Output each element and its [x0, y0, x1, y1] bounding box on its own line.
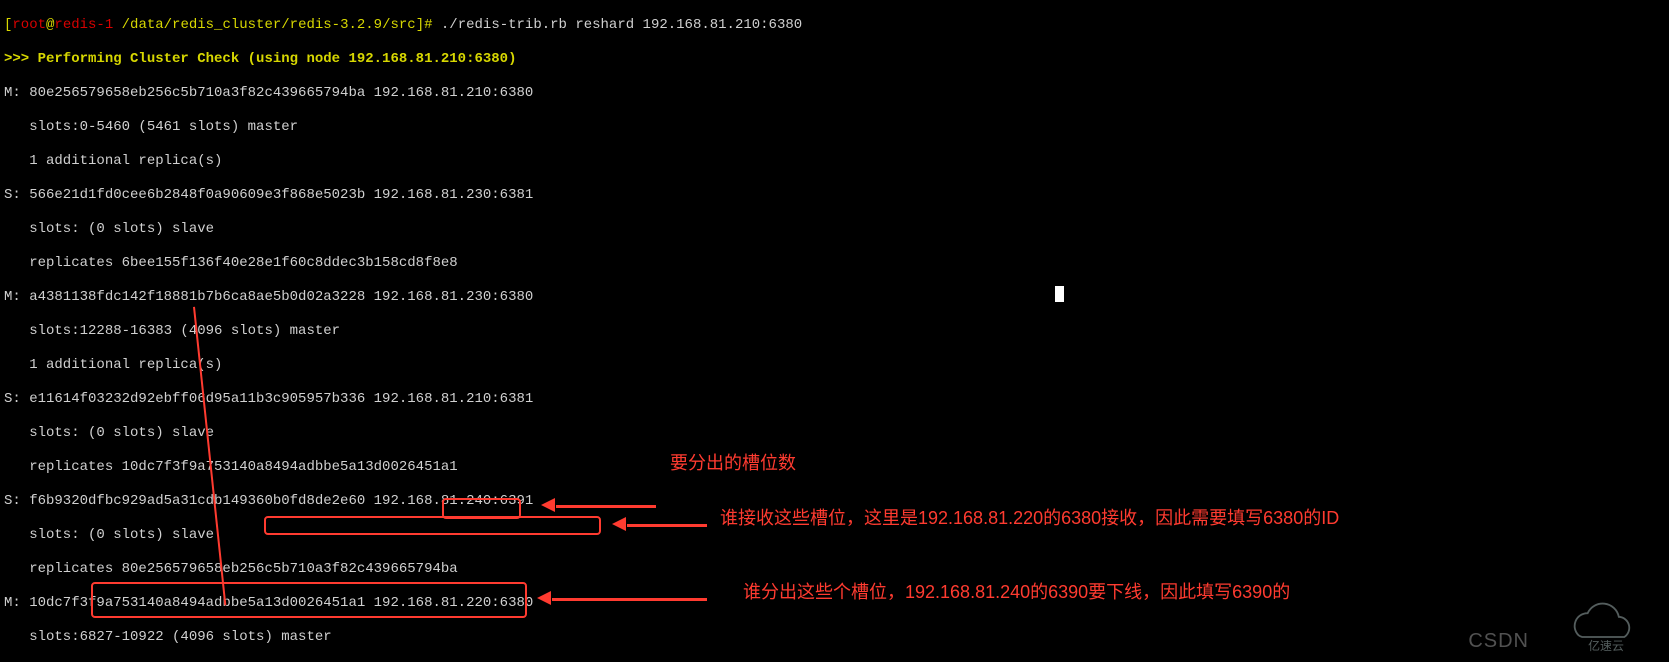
highlight-box-source-nodes: [91, 582, 527, 618]
node-line: 1 additional replica(s): [4, 153, 1665, 170]
text-caret-icon: [1055, 286, 1064, 302]
yisu-text: 亿速云: [1588, 639, 1624, 653]
prompt-user: root: [12, 17, 46, 33]
node-line: replicates 6bee155f136f40e28e1f60c8ddec3…: [4, 255, 1665, 272]
node-line: replicates 80e256579658eb256c5b710a3f82c…: [4, 561, 1665, 578]
prompt-line: [root@redis-1 /data/redis_cluster/redis-…: [4, 17, 1665, 34]
arrow-line-2: [627, 524, 707, 527]
cloud-logo-icon: 亿速云: [1551, 598, 1661, 654]
bracket-close: ]#: [416, 17, 441, 33]
node-line: S: e11614f03232d92ebff06d95a11b3c905957b…: [4, 391, 1665, 408]
node-line: S: 566e21d1fd0cee6b2848f0a90609e3f868e50…: [4, 187, 1665, 204]
prompt-path: /data/redis_cluster/redis-3.2.9/src: [113, 17, 415, 33]
yisu-watermark: 亿速云: [1551, 598, 1661, 654]
arrow-head-icon: [541, 498, 555, 512]
csdn-watermark: CSDN: [1468, 633, 1529, 650]
annotation-slots: 要分出的槽位数: [670, 455, 970, 472]
prompt-host: redis-1: [54, 17, 113, 33]
node-line: M: a4381138fdc142f18881b7b6ca8ae5b0d02a3…: [4, 289, 1665, 306]
highlight-box-receiving-id: [264, 516, 601, 535]
node-line: slots:12288-16383 (4096 slots) master: [4, 323, 1665, 340]
node-line: 1 additional replica(s): [4, 357, 1665, 374]
node-line: slots: (0 slots) slave: [4, 425, 1665, 442]
annotation-source: 谁分出这些个槽位，192.168.81.240的6390要下线，因此填写6390…: [743, 584, 1503, 601]
node-line: slots: (0 slots) slave: [4, 221, 1665, 238]
terminal-output: [root@redis-1 /data/redis_cluster/redis-…: [0, 0, 1669, 662]
arrow-line-1: [556, 505, 656, 508]
prompt-command[interactable]: ./redis-trib.rb reshard 192.168.81.210:6…: [441, 17, 802, 33]
cluster-check-header: >>> Performing Cluster Check (using node…: [4, 51, 1665, 68]
arrow-head-icon: [537, 591, 551, 605]
arrow-line-3: [552, 598, 707, 601]
node-line: slots:6827-10922 (4096 slots) master: [4, 629, 1665, 646]
node-line: M: 80e256579658eb256c5b710a3f82c43966579…: [4, 85, 1665, 102]
annotation-receiving: 谁接收这些槽位，这里是192.168.81.220的6380接收，因此需要填写6…: [720, 510, 1500, 527]
node-line: slots: (0 slots) slave: [4, 527, 1665, 544]
node-line: slots:0-5460 (5461 slots) master: [4, 119, 1665, 136]
arrow-head-icon: [612, 517, 626, 531]
